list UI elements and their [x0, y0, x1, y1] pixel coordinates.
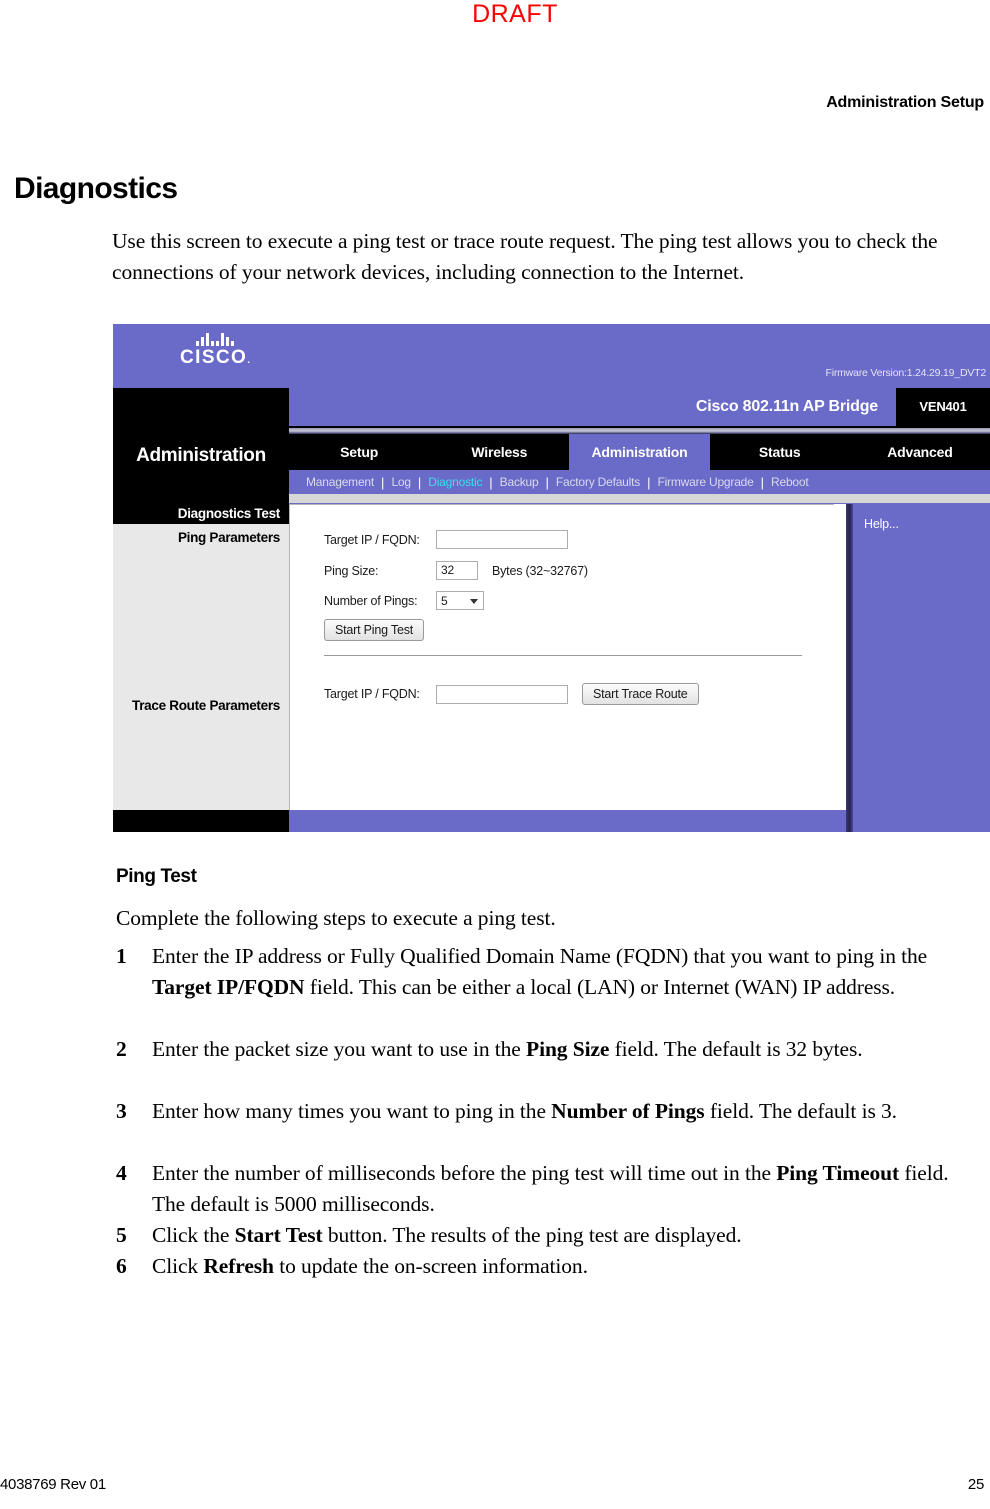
ping-parameters-label: Ping Parameters	[177, 530, 280, 545]
content-top-separator	[289, 494, 990, 503]
tab-administration[interactable]: Administration	[569, 434, 710, 470]
list-item: 4 Enter the number of milliseconds befor…	[116, 1158, 986, 1220]
diagnostics-test-title: Diagnostics Test	[113, 503, 289, 524]
trace-target-label: Target IP / FQDN:	[324, 687, 420, 701]
trace-target-row: Target IP / FQDN: Start Trace Route	[324, 683, 699, 705]
tab-status[interactable]: Status	[710, 434, 850, 470]
subnav-backup[interactable]: Backup	[493, 475, 546, 489]
list-item-text: Enter the number of milliseconds before …	[152, 1161, 949, 1216]
sidebar-footer	[113, 810, 289, 832]
form-bottom-bar	[289, 810, 834, 832]
list-item-number: 4	[116, 1161, 127, 1185]
list-item-text: Enter how many times you want to ping in…	[152, 1099, 897, 1123]
ping-target-row: Target IP / FQDN:	[324, 530, 568, 549]
running-head: Administration Setup	[826, 94, 984, 111]
list-item: 3 Enter how many times you want to ping …	[116, 1096, 986, 1127]
ping-count-value: 5	[441, 593, 448, 608]
subnav-reboot[interactable]: Reboot	[764, 475, 816, 489]
footer-doc-number: 4038769 Rev 01	[0, 1476, 106, 1493]
sub-navigation: Management | Log | Diagnostic | Backup |…	[289, 470, 990, 494]
subnav-management[interactable]: Management	[299, 475, 381, 489]
subnav-diagnostic[interactable]: Diagnostic	[421, 475, 489, 489]
draft-watermark: DRAFT	[472, 0, 558, 28]
firmware-version: Firmware Version:1.24.29.19_DVT2	[825, 367, 986, 379]
ping-size-row: Ping Size: 32 Bytes (32~32767)	[324, 561, 588, 580]
ping-test-lead: Complete the following steps to execute …	[116, 906, 556, 930]
tab-setup[interactable]: Setup	[289, 434, 429, 470]
form-right-gap	[834, 504, 846, 810]
list-item-number: 5	[116, 1223, 127, 1247]
ping-size-units: Bytes (32~32767)	[492, 563, 588, 578]
ping-target-input[interactable]	[436, 530, 568, 549]
diagnostics-form: Target IP / FQDN: Ping Size: 32 Bytes (3…	[289, 504, 834, 810]
list-item: 1 Enter the IP address or Fully Qualifie…	[116, 941, 986, 1003]
list-item: 6 Click Refresh to update the on-screen …	[116, 1251, 986, 1282]
ping-size-label: Ping Size:	[324, 563, 379, 578]
help-panel: Help...	[853, 504, 990, 832]
help-panel-spine	[846, 504, 853, 832]
model-name: Cisco 802.11n AP Bridge	[289, 388, 896, 426]
cisco-bars-logo-icon	[155, 333, 275, 346]
ping-test-heading: Ping Test	[116, 866, 197, 887]
intro-paragraph: Use this screen to execute a ping test o…	[112, 229, 938, 284]
subnav-firmware-upgrade[interactable]: Firmware Upgrade	[650, 475, 760, 489]
section-title: Administration	[136, 445, 266, 466]
ping-size-input[interactable]: 32	[436, 561, 478, 580]
trace-target-input[interactable]	[436, 684, 568, 704]
page-title: Diagnostics	[14, 172, 178, 205]
list-item: 5 Click the Start Test button. The resul…	[116, 1220, 986, 1251]
help-link[interactable]: Help...	[864, 517, 899, 531]
ping-target-label: Target IP / FQDN:	[324, 532, 420, 547]
cisco-wordmark: CISCO.	[180, 347, 250, 368]
tab-wireless[interactable]: Wireless	[429, 434, 569, 470]
trace-route-parameters-label: Trace Route Parameters	[132, 698, 280, 713]
cisco-logo: CISCO.	[155, 333, 275, 369]
model-bar: Cisco 802.11n AP Bridge VEN401	[289, 388, 990, 428]
model-badge: VEN401	[896, 388, 990, 426]
form-divider	[324, 655, 802, 656]
list-item: 2 Enter the packet size you want to use …	[116, 1034, 986, 1065]
ping-count-label: Number of Pings:	[324, 593, 418, 608]
list-item-text: Click the Start Test button. The results…	[152, 1223, 742, 1247]
start-ping-test-button[interactable]: Start Ping Test	[324, 619, 425, 641]
list-item-number: 3	[116, 1099, 127, 1123]
list-item-number: 1	[116, 944, 127, 968]
start-ping-row: Start Ping Test	[324, 619, 425, 641]
parameters-sidebar: Diagnostics Test Ping Parameters Trace R…	[113, 503, 289, 810]
main-tabs: Setup Wireless Administration Status Adv…	[289, 434, 990, 470]
list-item-number: 2	[116, 1037, 127, 1061]
form-bottom-gap	[834, 810, 846, 832]
start-trace-route-button[interactable]: Start Trace Route	[582, 683, 699, 705]
list-item-text: Enter the packet size you want to use in…	[152, 1037, 863, 1061]
router-ui-screenshot: CISCO. Firmware Version:1.24.29.19_DVT2 …	[113, 324, 990, 832]
list-item-number: 6	[116, 1254, 127, 1278]
cisco-wordmark-text: CISCO	[180, 347, 248, 368]
footer-page-number: 25	[967, 1476, 984, 1493]
ping-count-row: Number of Pings: 5	[324, 591, 484, 610]
subnav-log[interactable]: Log	[384, 475, 417, 489]
list-item-text: Enter the IP address or Fully Qualified …	[152, 944, 928, 999]
brand-header: CISCO. Firmware Version:1.24.29.19_DVT2	[113, 324, 990, 388]
list-item-text: Click Refresh to update the on-screen in…	[152, 1254, 588, 1278]
subnav-factory-defaults[interactable]: Factory Defaults	[549, 475, 647, 489]
tab-advanced[interactable]: Advanced	[850, 434, 990, 470]
ping-count-select[interactable]: 5	[436, 591, 484, 610]
chevron-down-icon	[470, 599, 478, 604]
